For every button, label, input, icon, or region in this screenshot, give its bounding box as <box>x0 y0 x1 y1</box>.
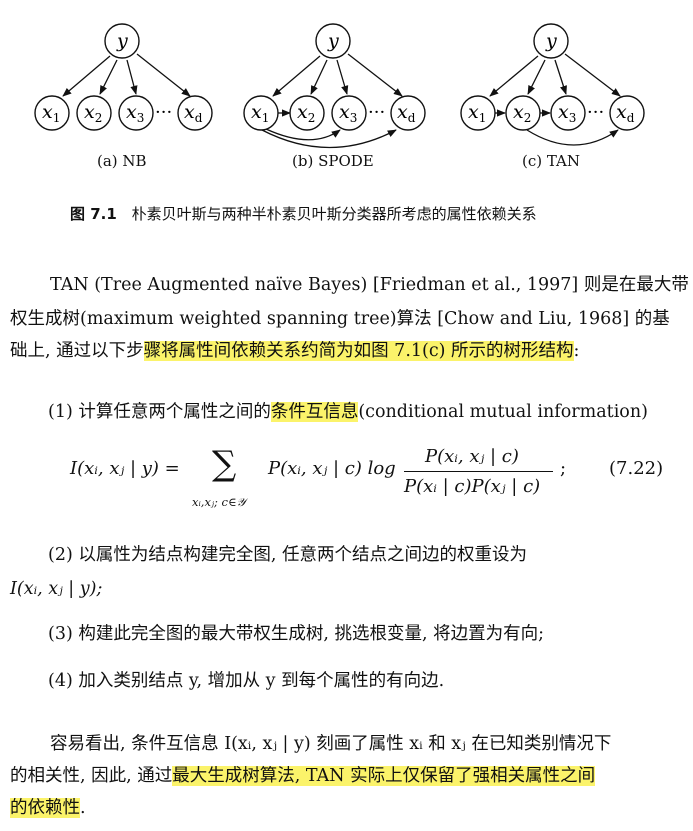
intro-line-3: 础上, 通过以下步骤将属性间依赖关系约简为如图 7.1(c) 所示的树形结构: <box>10 338 579 364</box>
conclusion-highlight-2: 的依赖性 <box>10 798 80 818</box>
equation-number: (7.22) <box>609 458 664 479</box>
subcaption-spode: (b) SPODE <box>292 152 374 170</box>
svg-text:y: y <box>545 30 557 52</box>
figure-7-1: y x1 x2 x3 xd ··· y x1 x2 x3 xd ··· y x1… <box>34 23 645 149</box>
svg-text:y: y <box>327 30 339 52</box>
step-3: (3) 构建此完全图的最大带权生成树, 挑选根变量, 将边置为有向; <box>48 624 544 644</box>
step-2-line-2: I(xᵢ, xⱼ | y); <box>10 579 103 599</box>
svg-text:···: ··· <box>368 102 385 123</box>
equation-term: P(xᵢ, xⱼ | c) log <box>268 458 396 479</box>
intro-line-1: TAN (Tree Augmented naïve Bayes) [Friedm… <box>50 275 689 295</box>
intro-line-2: 权生成树(maximum weighted spanning tree)算法 [… <box>10 309 670 329</box>
intro-line-3-plain: 础上, 通过以下步 <box>10 341 144 361</box>
intro-highlight: 骤将属性间依赖关系约简为如图 7.1(c) 所示的树形结构 <box>143 341 574 361</box>
graph-nb: y x1 x2 x3 xd ··· <box>34 23 213 131</box>
step-1-pre: (1) 计算任意两个属性之间的 <box>48 402 271 422</box>
conclusion-line-2-plain: 的相关性, 因此, 通过 <box>10 766 173 786</box>
conclusion-line-2: 的相关性, 因此, 通过最大生成树算法, TAN 实际上仅保留了强相关属性之间 <box>10 763 596 789</box>
step-4: (4) 加入类别结点 y, 增加从 y 到每个属性的有向边. <box>48 671 445 691</box>
equation-sum-subscript: xᵢ,xⱼ; c∈𝒴 <box>192 495 246 509</box>
equation-denominator: P(xᵢ | c)P(xⱼ | c) <box>404 476 541 497</box>
equation-lhs: I(xᵢ, xⱼ | y) = <box>70 458 180 479</box>
equation-semicolon: ; <box>560 458 567 479</box>
graph-spode: y x1 x2 x3 xd ··· <box>243 23 426 149</box>
step-1-post: (conditional mutual information) <box>358 402 648 422</box>
subcaption-tan: (c) TAN <box>522 152 581 170</box>
dots-a: ··· <box>155 102 172 123</box>
equation-sum: ∑ <box>212 444 237 484</box>
subcaption-nb: (a) NB <box>97 152 147 170</box>
equation-numerator: P(xᵢ, xⱼ | c) <box>425 446 519 467</box>
conclusion-line-1: 容易看出, 条件互信息 I(xᵢ, xⱼ | y) 刻画了属性 xᵢ 和 xⱼ … <box>50 734 612 754</box>
conclusion-line-3-end: . <box>80 798 86 818</box>
step-2-line-1: (2) 以属性为结点构建完全图, 任意两个结点之间边的权重设为 <box>48 545 527 565</box>
svg-text:···: ··· <box>587 102 604 123</box>
figure-caption: 图 7.1 朴素贝叶斯与两种半朴素贝叶斯分类器所考虑的属性依赖关系 <box>70 203 537 224</box>
equation-fraction-bar <box>404 471 553 472</box>
conclusion-highlight: 最大生成树算法, TAN 实际上仅保留了强相关属性之间 <box>172 766 596 786</box>
step-1: (1) 计算任意两个属性之间的条件互信息(conditional mutual … <box>48 399 648 425</box>
step-1-highlight: 条件互信息 <box>270 402 359 422</box>
figure-caption-text: 朴素贝叶斯与两种半朴素贝叶斯分类器所考虑的属性依赖关系 <box>131 205 537 223</box>
conclusion-line-3: 的依赖性. <box>10 795 86 821</box>
figure-caption-label: 图 7.1 <box>70 205 117 223</box>
node-y-label: y <box>116 30 128 52</box>
intro-line-3-end: : <box>573 341 580 361</box>
graph-tan: y x1 x2 x3 xd ··· <box>460 23 645 146</box>
